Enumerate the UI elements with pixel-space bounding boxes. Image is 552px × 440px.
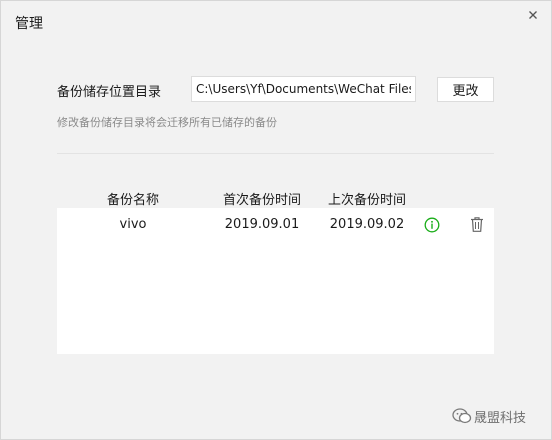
- info-icon: [424, 217, 440, 233]
- close-icon: [529, 11, 537, 19]
- dialog-title: 管理: [15, 16, 43, 32]
- trash-icon: [471, 217, 483, 232]
- column-header-name: 备份名称: [106, 193, 159, 208]
- backup-info-button[interactable]: [424, 217, 440, 233]
- backup-row[interactable]: vivo 2019.09.01 2019.09.02: [57, 208, 494, 242]
- column-header-first-backup: 首次备份时间: [222, 193, 301, 208]
- storage-path-input[interactable]: [191, 76, 416, 102]
- backup-list: vivo 2019.09.01 2019.09.02: [57, 208, 494, 354]
- first-backup-time: 2019.09.01: [224, 217, 300, 232]
- last-backup-time: 2019.09.02: [329, 217, 405, 232]
- divider: [57, 153, 494, 154]
- storage-hint: 修改备份储存目录将会迁移所有已储存的备份: [57, 116, 277, 129]
- backup-delete-button[interactable]: [469, 216, 485, 233]
- close-button[interactable]: [525, 7, 541, 23]
- watermark-text: 晟盟科技: [474, 411, 527, 426]
- storage-dir-label: 备份储存位置目录: [57, 85, 162, 100]
- column-header-last-backup: 上次备份时间: [327, 193, 406, 208]
- wechat-account-icon: [452, 407, 472, 425]
- backup-name: vivo: [119, 217, 147, 232]
- change-dir-button[interactable]: 更改: [437, 77, 494, 102]
- backup-manage-dialog: 管理 备份储存位置目录 更改 修改备份储存目录将会迁移所有已储存的备份 备份名称…: [0, 0, 552, 440]
